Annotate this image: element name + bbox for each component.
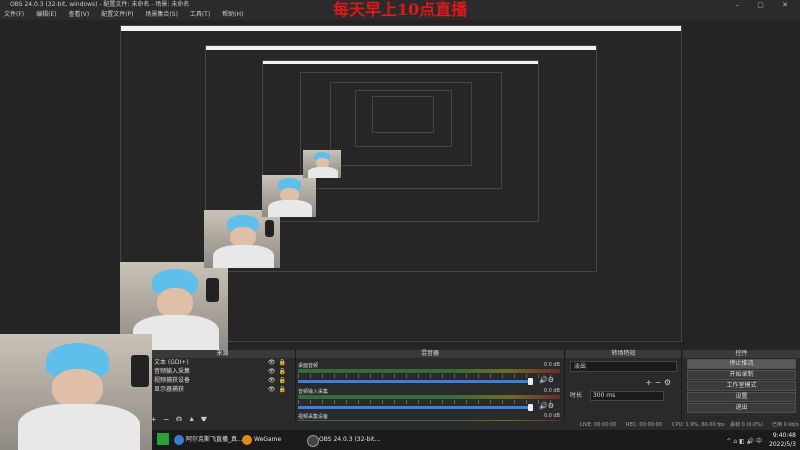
track-name: 桌面音频	[298, 363, 319, 369]
start-recording-button[interactable]: 开始录制	[687, 370, 796, 380]
studio-mode-button[interactable]: 工作室模式	[687, 381, 796, 391]
dropped-frames: 丢帧 0 (0.0%)	[730, 422, 763, 428]
browser-icon	[174, 435, 184, 445]
menu-file[interactable]: 文件(F)	[4, 11, 24, 18]
rec-time: REC: 00:00:00	[626, 422, 662, 428]
controls-header: 控件	[683, 350, 800, 358]
mixer-track-mic: 音频输入采集 0.0 dB 🔊⚙	[298, 388, 560, 411]
speaker-icon[interactable]: 🔊⚙	[539, 402, 554, 410]
menu-scene-collection[interactable]: 场景集合(S)	[145, 11, 178, 18]
fader-knob[interactable]	[528, 404, 533, 411]
sources-header: 来源	[150, 350, 295, 358]
mixer-track-desktop: 桌面音频 0.0 dB 🔊⚙	[298, 362, 560, 385]
webcam-frame-4	[262, 175, 316, 217]
fader-knob[interactable]	[528, 378, 533, 385]
track-name: 视频采集设备	[298, 414, 329, 420]
webcam-frame-5	[303, 150, 341, 178]
volume-fader[interactable]	[298, 378, 533, 385]
window-controls[interactable]: – ▢ ✕	[736, 0, 796, 10]
volume-fader[interactable]	[298, 404, 533, 411]
obs-icon	[307, 435, 319, 447]
speaker-icon[interactable]: 🔊⚙	[539, 376, 554, 384]
overlay-text: 每天早上10点直播	[333, 0, 468, 19]
start-icon[interactable]	[157, 433, 169, 445]
track-name: 音频输入采集	[298, 389, 329, 395]
webcam-frame-3	[204, 210, 280, 268]
cpu-fps: CPU: 1.9%, 60.00 fps	[672, 422, 725, 428]
track-db: 0.0 dB	[543, 413, 560, 419]
kbps: 已用 0 kb/s	[772, 422, 799, 428]
transition-add-remove[interactable]: + − ⚙	[566, 378, 681, 387]
source-item[interactable]: 文本 (GDI+) 👁🔒	[150, 358, 295, 367]
source-item[interactable]: 音频输入采集 👁🔒	[150, 367, 295, 376]
duration-row: 时长 300 ms	[570, 390, 677, 401]
visibility-lock-icons[interactable]: 👁🔒	[268, 367, 289, 376]
visibility-lock-icons[interactable]: 👁🔒	[268, 376, 289, 385]
mixer-header: 混音器	[296, 350, 564, 358]
transitions-header: 转场特效	[566, 350, 681, 358]
clock-time: 9:40:48	[772, 432, 796, 439]
live-time: LIVE: 00:00:00	[580, 422, 617, 428]
wegame-icon	[242, 435, 252, 445]
taskbar-item-wegame[interactable]: WeGame	[240, 432, 312, 448]
track-db: 0.0 dB	[543, 362, 560, 368]
settings-button[interactable]: 设置	[687, 392, 796, 402]
visibility-lock-icons[interactable]: 👁🔒	[268, 385, 289, 394]
menu-edit[interactable]: 编辑(E)	[36, 11, 56, 18]
source-item[interactable]: 视频捕获设备 👁🔒	[150, 376, 295, 385]
source-item[interactable]: 显示器捕获 👁🔒	[150, 385, 295, 394]
duration-label: 时长	[570, 392, 583, 399]
stop-streaming-button[interactable]: 停止推流	[687, 359, 796, 369]
exit-button[interactable]: 退出	[687, 403, 796, 413]
menu-help[interactable]: 帮助(H)	[222, 11, 243, 18]
meter-scale	[298, 400, 560, 404]
duration-input[interactable]: 300 ms	[589, 391, 664, 401]
menu-view[interactable]: 查看(V)	[68, 11, 89, 18]
track-db: 0.0 dB	[543, 388, 560, 394]
preview-canvas[interactable]	[0, 20, 800, 350]
controls-dock: 控件 停止推流 开始录制 工作室模式 设置 退出	[683, 350, 800, 430]
clock-date: 2022/5/3	[769, 441, 796, 448]
taskbar-clock[interactable]: 9:40:48 2022/5/3	[769, 431, 796, 449]
meter-scale	[298, 374, 560, 378]
volume-meter	[298, 395, 560, 399]
system-tray[interactable]: ^ ⌂ ◧ 🔊 中	[726, 436, 762, 445]
window-title: OBS 24.0.3 (32-bit, windows) - 配置文件: 未命名…	[10, 1, 190, 8]
taskbar-item-obs[interactable]: OBS 24.0.3 (32-bit...	[305, 432, 399, 448]
taskbar-item-browser[interactable]: 阿尔克斯飞直播_真...	[172, 432, 250, 448]
menu-tools[interactable]: 工具(T)	[190, 11, 210, 18]
transitions-dock: 转场特效 淡出 + − ⚙ 时长 300 ms	[566, 350, 682, 430]
nested-capture-7	[372, 96, 434, 133]
transition-select[interactable]: 淡出	[570, 361, 677, 372]
volume-meter	[298, 369, 560, 373]
visibility-lock-icons[interactable]: 👁🔒	[268, 358, 289, 367]
menu-profile[interactable]: 配置文件(P)	[101, 11, 133, 18]
webcam-frame-main	[0, 334, 152, 450]
